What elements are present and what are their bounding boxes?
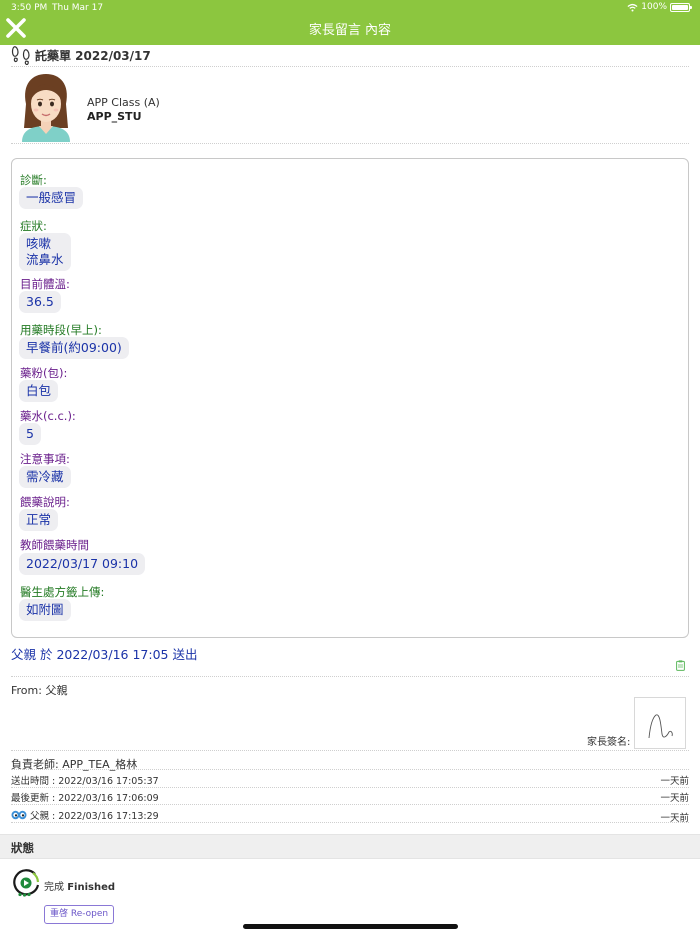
page-title: 家長留言 內容 <box>308 23 392 38</box>
divider <box>11 66 689 67</box>
divider <box>11 750 689 751</box>
wifi-icon <box>627 3 638 12</box>
log-row-read: 父親 : 2022/03/16 17:13:29 一天前 <box>11 808 689 824</box>
footprints-icon <box>11 46 30 65</box>
home-indicator[interactable] <box>243 924 458 929</box>
log-text: 父親 : 2022/03/16 17:13:29 <box>30 811 159 822</box>
divider <box>11 804 689 805</box>
divider <box>11 822 689 823</box>
field-label-symptoms: 症狀: <box>20 219 47 233</box>
field-value-symptoms: 咳嗽 流鼻水 <box>19 233 71 271</box>
signature-label: 家長簽名: <box>587 737 631 748</box>
log-row-updated: 最後更新 : 2022/03/16 17:06:09 一天前 <box>11 790 689 804</box>
student-avatar <box>22 74 70 142</box>
log-row-sent: 送出時間 : 2022/03/16 17:05:37 一天前 <box>11 773 689 787</box>
field-value-prescription[interactable]: 如附圖 <box>19 599 71 621</box>
field-label-liquid: 藥水(c.c.): <box>20 409 76 423</box>
status-header-label: 狀態 <box>11 841 34 855</box>
form-heading: 託藥單 2022/03/17 <box>11 44 151 66</box>
divider <box>11 769 689 770</box>
student-class: APP Class (A) <box>87 96 160 109</box>
field-label-diagnosis: 診斷: <box>20 173 47 187</box>
finished-status-icon <box>13 869 40 897</box>
field-value-notes: 需冷藏 <box>19 466 71 488</box>
field-value-liquid: 5 <box>19 423 41 445</box>
log-ago: 一天前 <box>660 793 689 804</box>
sent-line: 父親 於 2022/03/16 17:05 送出 <box>11 647 198 662</box>
status-text: 完成 Finished <box>44 878 115 893</box>
field-value-diagnosis: 一般感冒 <box>19 187 84 209</box>
form-title: 託藥單 2022/03/17 <box>35 48 151 63</box>
status-date: Thu Mar 17 <box>52 3 104 13</box>
top-bar: 3:50 PM Thu Mar 17 100% 家長留言 內容 <box>0 0 700 45</box>
log-text: 送出時間 : 2022/03/16 17:05:37 <box>11 776 159 787</box>
medication-details-card: 診斷: 一般感冒 症狀: 咳嗽 流鼻水 目前體溫: 36.5 用藥時段(早上):… <box>11 158 689 638</box>
student-name: APP_STU <box>87 110 142 123</box>
symptom-item: 咳嗽 <box>26 236 52 251</box>
field-label-teacher-time: 教師餵藥時間 <box>20 538 89 552</box>
field-value-teacher-time: 2022/03/17 09:10 <box>19 553 146 575</box>
status-state: 完成 <box>44 882 64 893</box>
battery-icon <box>670 2 692 12</box>
field-label-dose-time: 用藥時段(早上): <box>20 323 102 337</box>
log-text: 最後更新 : 2022/03/16 17:06:09 <box>11 793 159 804</box>
log-ago: 一天前 <box>660 776 689 787</box>
reopen-button[interactable]: 重啓 Re-open <box>44 905 115 924</box>
field-label-instructions: 餵藥說明: <box>20 495 70 509</box>
status-indicators: 100% <box>627 2 692 12</box>
status-section-header: 狀態 <box>0 834 700 859</box>
battery-percent: 100% <box>641 2 667 12</box>
divider <box>11 143 689 144</box>
eyes-icon <box>11 810 27 820</box>
field-value-temperature: 36.5 <box>19 291 61 313</box>
field-value-dose-time: 早餐前(約09:00) <box>19 337 129 359</box>
status-time: 3:50 PM <box>11 3 48 13</box>
status-state-en: Finished <box>67 882 116 893</box>
from-line: From: 父親 <box>11 684 68 697</box>
divider <box>11 787 689 788</box>
signature-icon <box>648 714 673 739</box>
divider <box>11 676 689 677</box>
field-value-instructions: 正常 <box>19 509 59 531</box>
field-value-powder: 白包 <box>19 380 59 402</box>
field-label-powder: 藥粉(包): <box>20 366 68 380</box>
field-label-temperature: 目前體溫: <box>20 277 70 291</box>
field-label-prescription: 醫生處方籤上傳: <box>20 585 105 599</box>
field-label-notes: 注意事項: <box>20 452 70 466</box>
signature-thumbnail[interactable] <box>634 697 686 749</box>
symptom-item: 流鼻水 <box>26 252 64 267</box>
clipboard-icon[interactable] <box>676 660 685 671</box>
